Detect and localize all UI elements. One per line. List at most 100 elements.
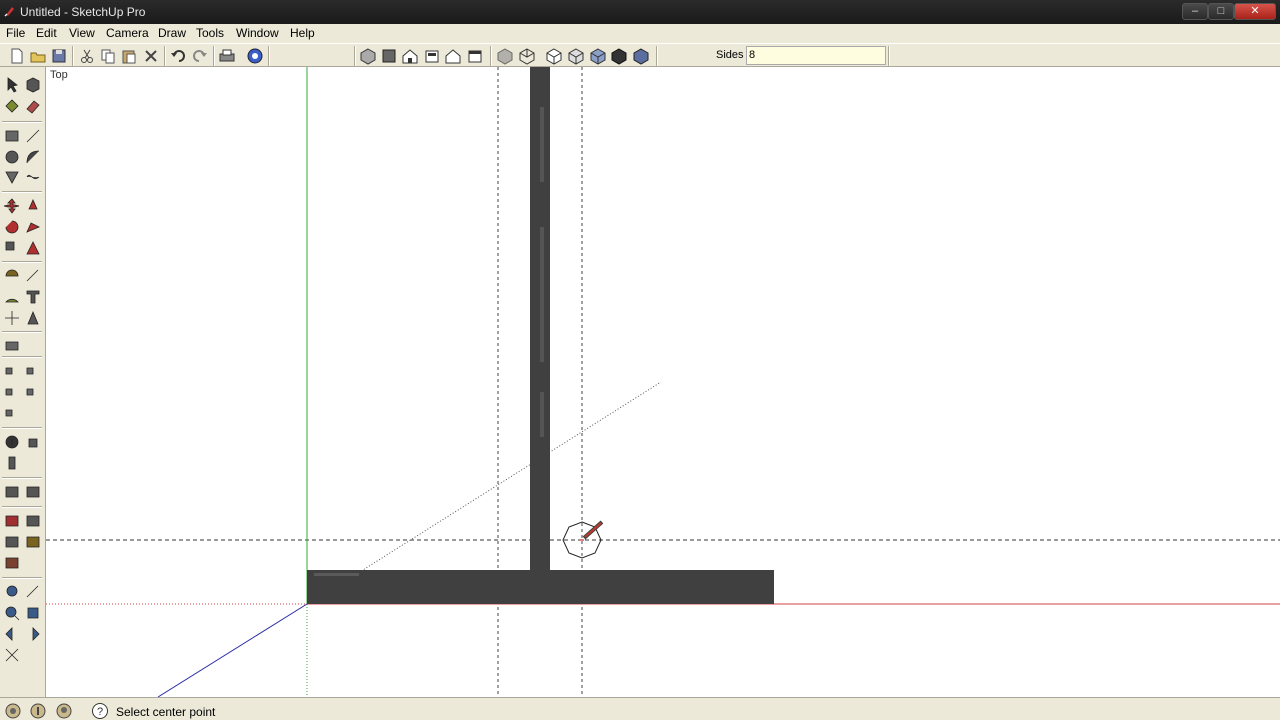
back-view-button[interactable] (444, 47, 462, 65)
layers-a-tool-icon (5, 536, 19, 548)
sandbox-tool-b-button[interactable] (24, 362, 44, 382)
protractor-tool-button[interactable] (3, 288, 23, 308)
paste-button[interactable] (120, 47, 138, 65)
rectangle-tool-icon (5, 130, 19, 142)
follow-me-tool-button[interactable] (24, 218, 44, 238)
shaded-icon (568, 48, 584, 65)
open-button[interactable] (29, 47, 47, 65)
rotate-tool-button[interactable] (3, 218, 23, 238)
sandbox-tool-e-button[interactable] (3, 404, 23, 424)
styles-a-tool-button[interactable] (3, 512, 23, 532)
redo-button[interactable] (191, 47, 209, 65)
next-view-tool-button[interactable] (24, 625, 44, 645)
toolbar-separator (354, 46, 356, 66)
monochrome-button[interactable] (610, 47, 628, 65)
left-view-icon (468, 50, 482, 63)
wireframe-button[interactable] (518, 47, 536, 65)
tape-measure-tool-button[interactable] (3, 267, 23, 287)
close-button[interactable]: ✕ (1234, 3, 1276, 20)
previous-view-tool-button[interactable] (3, 625, 23, 645)
cut-button[interactable] (78, 47, 96, 65)
text-tool-button[interactable] (24, 288, 44, 308)
circle-tool-button[interactable] (3, 148, 23, 168)
select-tool-button[interactable] (3, 76, 23, 96)
menu-camera[interactable]: Camera (106, 26, 149, 40)
save-button[interactable] (50, 47, 68, 65)
menu-edit[interactable]: Edit (36, 26, 57, 40)
zoom-extents-tool-button[interactable] (3, 583, 23, 603)
credits-button[interactable] (29, 702, 47, 720)
sandbox-tool-d-button[interactable] (24, 383, 44, 403)
scale-tool-button[interactable] (3, 239, 23, 259)
front-view-button[interactable] (401, 47, 419, 65)
push-pull-tool-button[interactable] (24, 197, 44, 217)
new-button[interactable] (8, 47, 26, 65)
top-view-button[interactable] (380, 47, 398, 65)
layers-a-tool-button[interactable] (3, 533, 23, 553)
layers-b-tool-button[interactable] (24, 533, 44, 553)
model-face-horizontal[interactable] (307, 570, 774, 604)
hidden-line-button[interactable] (545, 47, 563, 65)
position-camera-tool-button[interactable] (3, 646, 23, 666)
zoom-tool-button[interactable] (3, 604, 23, 624)
arc-tool-button[interactable] (24, 148, 44, 168)
left-view-button[interactable] (466, 47, 484, 65)
model-info-button[interactable] (246, 47, 264, 65)
menu-draw[interactable]: Draw (158, 26, 186, 40)
paint-bucket-tool-button[interactable] (3, 97, 23, 117)
maximize-button[interactable]: □ (1208, 3, 1234, 20)
measurements-input[interactable]: 8 (746, 46, 886, 65)
styles-b-tool-button[interactable] (24, 512, 44, 532)
eraser-tool-button[interactable] (24, 97, 44, 117)
zoom-window-tool-button[interactable] (24, 604, 44, 624)
menu-file[interactable]: File (6, 26, 25, 40)
iso-view-button[interactable] (359, 47, 377, 65)
line-tool-button[interactable] (24, 127, 44, 147)
look-around-tool-button[interactable] (24, 583, 44, 603)
3d-text-tool-button[interactable] (24, 309, 44, 329)
component-tool-button[interactable] (24, 76, 44, 96)
sandbox-tool-a-button[interactable] (3, 362, 23, 382)
menu-window[interactable]: Window (236, 26, 279, 40)
geo-location-button[interactable] (4, 702, 22, 720)
shaded-textures-button[interactable] (589, 47, 607, 65)
print-button[interactable] (218, 47, 236, 65)
copy-button[interactable] (99, 47, 117, 65)
scale-tool-icon (5, 241, 15, 251)
minimize-button[interactable]: – (1182, 3, 1208, 20)
freehand-tool-button[interactable] (24, 168, 44, 188)
shaded-button[interactable] (567, 47, 585, 65)
sketchup-app-icon (4, 7, 14, 17)
section-tool-button[interactable] (3, 337, 23, 357)
walk-tool-button[interactable] (3, 454, 23, 474)
user-button[interactable] (55, 702, 73, 720)
dimension-tool-button[interactable] (24, 267, 44, 287)
rectangle-tool-button[interactable] (3, 127, 23, 147)
offset-tool-button[interactable] (24, 239, 44, 259)
undo-button[interactable] (169, 47, 187, 65)
menu-help[interactable]: Help (290, 26, 315, 40)
menu-tools[interactable]: Tools (196, 26, 224, 40)
credits-icon (30, 703, 46, 719)
pan-tool-button[interactable] (24, 433, 44, 453)
warehouse-a-tool-button[interactable] (3, 483, 23, 503)
menu-view[interactable]: View (69, 26, 95, 40)
scenes-tool-button[interactable] (3, 554, 23, 574)
move-tool-icon (3, 198, 20, 214)
drawing-viewport[interactable]: Top (46, 67, 1280, 697)
warehouse-b-tool-button[interactable] (24, 483, 44, 503)
help-icon: ? (92, 703, 108, 719)
sandbox-tool-c-button[interactable] (3, 383, 23, 403)
polygon-tool-button[interactable] (3, 168, 23, 188)
color-by-axis-button[interactable] (632, 47, 650, 65)
axes-tool-button[interactable] (3, 309, 23, 329)
model-scene[interactable] (46, 67, 1280, 697)
right-view-button[interactable] (423, 47, 441, 65)
xray-button[interactable] (496, 47, 514, 65)
sandbox-tool-b-icon (26, 367, 34, 375)
arc-tool-icon (26, 150, 40, 164)
help-button[interactable]: ? (91, 702, 109, 720)
move-tool-button[interactable] (3, 197, 23, 217)
erase-button[interactable] (142, 47, 160, 65)
orbit-tool-button[interactable] (3, 433, 23, 453)
